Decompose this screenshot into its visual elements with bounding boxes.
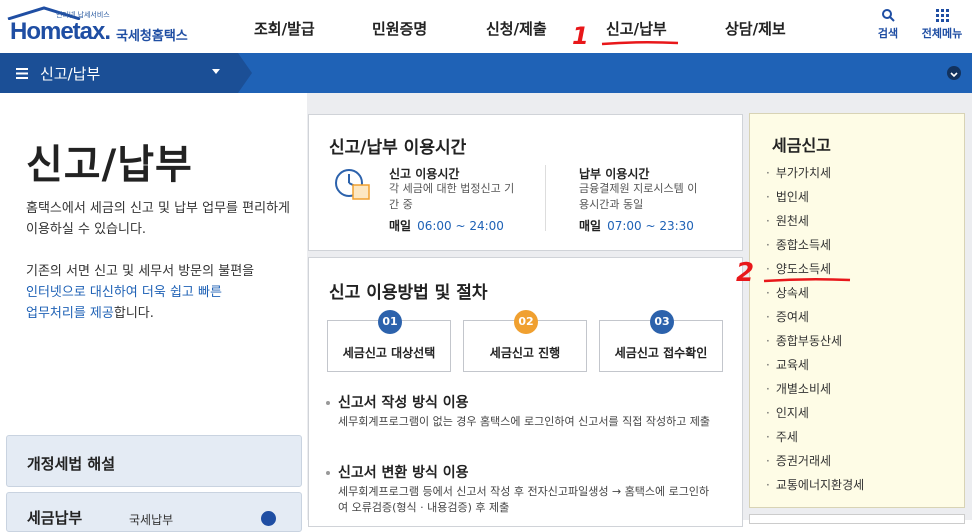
tax-item-liquor[interactable]: 주세 [766, 428, 798, 445]
tax-item-transport-energy[interactable]: 교통에너지환경세 [766, 476, 864, 493]
top-header: 인터넷 납세서비스 Hometax. 국세청홈택스 조회/발급 민원증명 신청/… [0, 0, 972, 53]
method-1-desc: 세무회계프로그램이 없는 경우 홈택스에 로그인하여 신고서를 직접 작성하고 … [338, 415, 711, 428]
annotation-underline-2 [763, 277, 851, 283]
step-2-number: 02 [514, 310, 538, 334]
sub-navigation-bar: 신고/납부 [0, 53, 972, 93]
expand-nav-button[interactable] [947, 66, 961, 80]
report-time-value: 매일 06:00 ~ 24:00 [389, 219, 504, 233]
tax-item-vat[interactable]: 부가가치세 [766, 164, 831, 181]
tax-item-education[interactable]: 교육세 [766, 356, 809, 373]
hours-title: 신고/납부 이용시간 [329, 138, 467, 158]
hours-card: 신고/납부 이용시간 신고 이용시간 각 세금에 대한 법정신고 기간 중 매일… [308, 114, 743, 251]
breadcrumb-label: 신고/납부 [40, 64, 101, 83]
clock-calendar-icon [335, 169, 370, 200]
step-2-button[interactable]: 02 세금신고 진행 [463, 310, 587, 372]
annotation-underline-1 [601, 40, 679, 46]
chevron-down-circle-icon [950, 72, 958, 78]
tax-item-corporate[interactable]: 법인세 [766, 188, 809, 205]
page-description: 홈택스에서 세금의 신고 및 납부 업무를 편리하게 이용하실 수 있습니다. [26, 201, 290, 237]
nav-certificate[interactable]: 민원증명 [372, 18, 427, 39]
step-3-number: 03 [650, 310, 674, 334]
tax-law-guide-label: 개정세법 해설 [27, 455, 116, 473]
all-menu-button[interactable]: 전체메뉴 [917, 8, 967, 41]
nav-application[interactable]: 신청/제출 [486, 18, 547, 39]
tax-item-income[interactable]: 종합소득세 [766, 236, 831, 253]
tax-payment-box[interactable]: 세금납부 국세납부 [6, 492, 302, 532]
grid-icon [936, 9, 949, 22]
tax-item-comprehensive-property[interactable]: 종합부동산세 [766, 332, 842, 349]
tax-law-guide-box[interactable]: 개정세법 해설 [6, 435, 302, 487]
method-2-desc: 세무회계프로그램 등에서 신고서 작성 후 전자신고파일생성 → 홈택스에 로그… [338, 485, 710, 514]
method-title: 신고 이용방법 및 절차 [329, 283, 488, 303]
tax-report-title: 세금신고 [772, 136, 831, 155]
annotation-number-2: 2 [736, 258, 755, 288]
nav-inquiry[interactable]: 조회/발급 [254, 18, 315, 39]
arrow-right-icon[interactable] [261, 511, 276, 526]
tax-item-stamp[interactable]: 인지세 [766, 404, 809, 421]
page-title: 신고/납부 [26, 142, 193, 188]
chevron-down-icon [212, 69, 220, 74]
logo-text: Hometax. [10, 18, 111, 45]
all-menu-label: 전체메뉴 [921, 27, 963, 40]
step-3-button[interactable]: 03 세금신고 접수확인 [599, 310, 723, 372]
logo-korean: 국세청홈택스 [116, 29, 188, 44]
tax-item-excise[interactable]: 개별소비세 [766, 380, 831, 397]
report-time-label: 신고 이용시간 [389, 167, 460, 181]
hometax-logo[interactable]: 인터넷 납세서비스 Hometax. 국세청홈택스 [6, 6, 196, 46]
search-label: 검색 [877, 27, 899, 40]
step-1-number: 01 [378, 310, 402, 334]
search-icon [882, 9, 895, 22]
tax-item-securities[interactable]: 증권거래세 [766, 452, 831, 469]
page-description-2: 기존의 서면 신고 및 세무서 방문의 불편을 인터넷으로 대신하여 더욱 쉽고… [26, 264, 255, 321]
search-button[interactable]: 검색 [863, 8, 913, 41]
tax-payment-label: 세금납부 [27, 509, 83, 527]
tax-item-withholding[interactable]: 원천세 [766, 212, 809, 229]
tax-report-panel: 세금신고 부가가치세 법인세 원천세 종합소득세 양도소득세 상속세 증여세 종… [749, 113, 965, 508]
hamburger-icon [16, 67, 28, 79]
pay-time-label: 납부 이용시간 [579, 167, 650, 181]
nav-report-pay[interactable]: 신고/납부 [606, 18, 667, 39]
nav-consult[interactable]: 상담/제보 [725, 18, 786, 39]
tax-item-gift[interactable]: 증여세 [766, 308, 809, 325]
method-2-title: 신고서 변환 방식 이용 [326, 462, 469, 482]
tax-item-inheritance[interactable]: 상속세 [766, 284, 809, 301]
step-1-button[interactable]: 01 세금신고 대상선택 [327, 310, 451, 372]
pay-time-sub: 금융결제원 지로시스템 이용시간과 동일 [579, 182, 698, 211]
annotation-number-1: 1 [572, 22, 589, 50]
report-time-sub: 각 세금에 대한 법정신고 기간 중 [389, 182, 515, 211]
breadcrumb-dropdown[interactable]: 신고/납부 [0, 53, 252, 93]
method-1-title: 신고서 작성 방식 이용 [326, 392, 469, 412]
pay-time-value: 매일 07:00 ~ 23:30 [579, 219, 694, 233]
